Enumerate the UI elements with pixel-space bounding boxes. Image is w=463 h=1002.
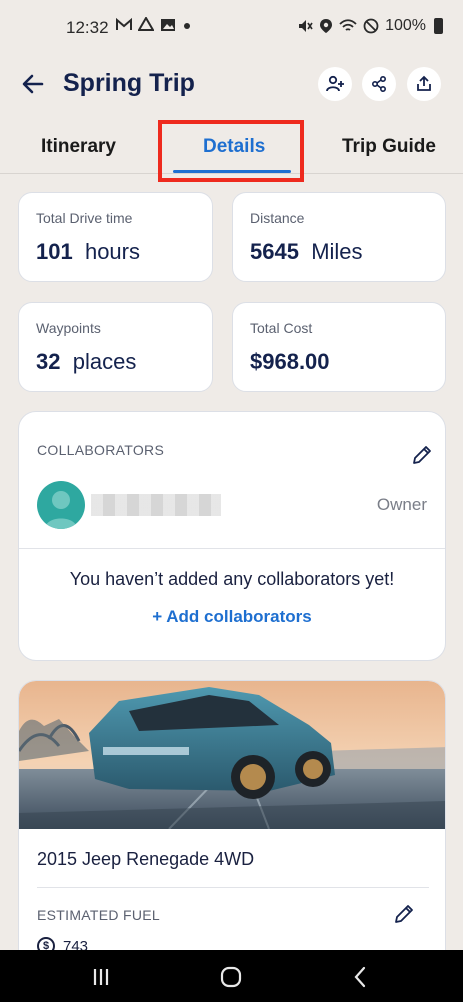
- collaborators-card: COLLABORATORS Owner You haven’t added an…: [18, 411, 446, 661]
- waypoints-number: 32: [36, 349, 61, 374]
- add-collaborators-link[interactable]: + Add collaborators: [19, 607, 445, 627]
- person-silhouette-icon: [45, 491, 77, 529]
- edit-vehicle-icon[interactable]: [393, 903, 415, 925]
- waypoints-card: Waypoints 32 places: [18, 302, 213, 392]
- notification-icons: [116, 17, 192, 33]
- divider: [37, 887, 429, 888]
- distance-card: Distance 5645 Miles: [232, 192, 446, 282]
- system-nav-bar: [0, 950, 463, 1002]
- status-bar: 12:32 100%: [0, 0, 463, 56]
- waypoints-label: Waypoints: [36, 320, 101, 336]
- wifi-icon: [339, 19, 357, 31]
- status-right: 100%: [297, 17, 443, 35]
- drive-icon: [138, 17, 154, 31]
- location-icon: [320, 19, 333, 33]
- image-icon: [161, 19, 175, 31]
- tab-itinerary[interactable]: Itinerary: [41, 136, 116, 158]
- distance-unit: Miles: [311, 239, 363, 264]
- avatar: [37, 481, 85, 529]
- drive-time-number: 101: [36, 239, 73, 264]
- battery-percent: 100%: [385, 17, 426, 34]
- divider: [19, 548, 445, 549]
- vehicle-card: 2015 Jeep Renegade 4WD ESTIMATED FUEL $ …: [18, 680, 446, 980]
- mail-icon: [116, 17, 132, 30]
- add-person-icon: [326, 75, 344, 92]
- tab-trip-guide[interactable]: Trip Guide: [342, 136, 436, 158]
- estimated-fuel-title: ESTIMATED FUEL: [37, 907, 160, 923]
- drive-time-unit: hours: [84, 239, 140, 264]
- battery-icon: [434, 18, 443, 34]
- do-not-disturb-icon: [363, 18, 379, 34]
- total-cost-value: $968.00: [250, 349, 330, 375]
- collaborator-name-redacted: [91, 494, 221, 516]
- waypoints-value: 32 places: [36, 349, 136, 375]
- mute-icon: [299, 20, 313, 32]
- drive-time-label: Total Drive time: [36, 210, 133, 226]
- vehicle-image: [19, 681, 445, 829]
- recent-apps-icon[interactable]: [88, 964, 114, 990]
- dot-icon: [184, 23, 190, 29]
- export-button[interactable]: [407, 67, 441, 101]
- no-collaborators-message: You haven’t added any collaborators yet!: [69, 569, 395, 589]
- drive-time-card: Total Drive time 101 hours: [18, 192, 213, 282]
- distance-value: 5645 Miles: [250, 239, 363, 265]
- vehicle-name: 2015 Jeep Renegade 4WD: [37, 849, 255, 869]
- waypoints-unit: places: [72, 349, 137, 374]
- distance-number: 5645: [250, 239, 299, 264]
- back-nav-icon[interactable]: [348, 964, 374, 990]
- add-collaborator-button[interactable]: [318, 67, 352, 101]
- upload-icon: [417, 75, 431, 91]
- total-cost-label: Total Cost: [250, 320, 313, 336]
- status-time: 12:32: [66, 18, 109, 37]
- total-cost-card: Total Cost $968.00: [232, 302, 446, 392]
- back-arrow-icon[interactable]: [20, 71, 46, 97]
- edit-collaborators-icon[interactable]: [411, 444, 433, 466]
- home-icon[interactable]: [218, 964, 244, 990]
- share-icon: [371, 75, 387, 93]
- highlight-box: [158, 120, 304, 182]
- share-button[interactable]: [362, 67, 396, 101]
- owner-label: Owner: [376, 495, 427, 514]
- app-header: Spring Trip: [0, 56, 463, 116]
- collaborators-title: COLLABORATORS: [37, 442, 165, 458]
- drive-time-value: 101 hours: [36, 239, 140, 265]
- page-title: Spring Trip: [63, 69, 195, 97]
- distance-label: Distance: [250, 210, 305, 226]
- total-cost-number: $968.00: [250, 349, 330, 374]
